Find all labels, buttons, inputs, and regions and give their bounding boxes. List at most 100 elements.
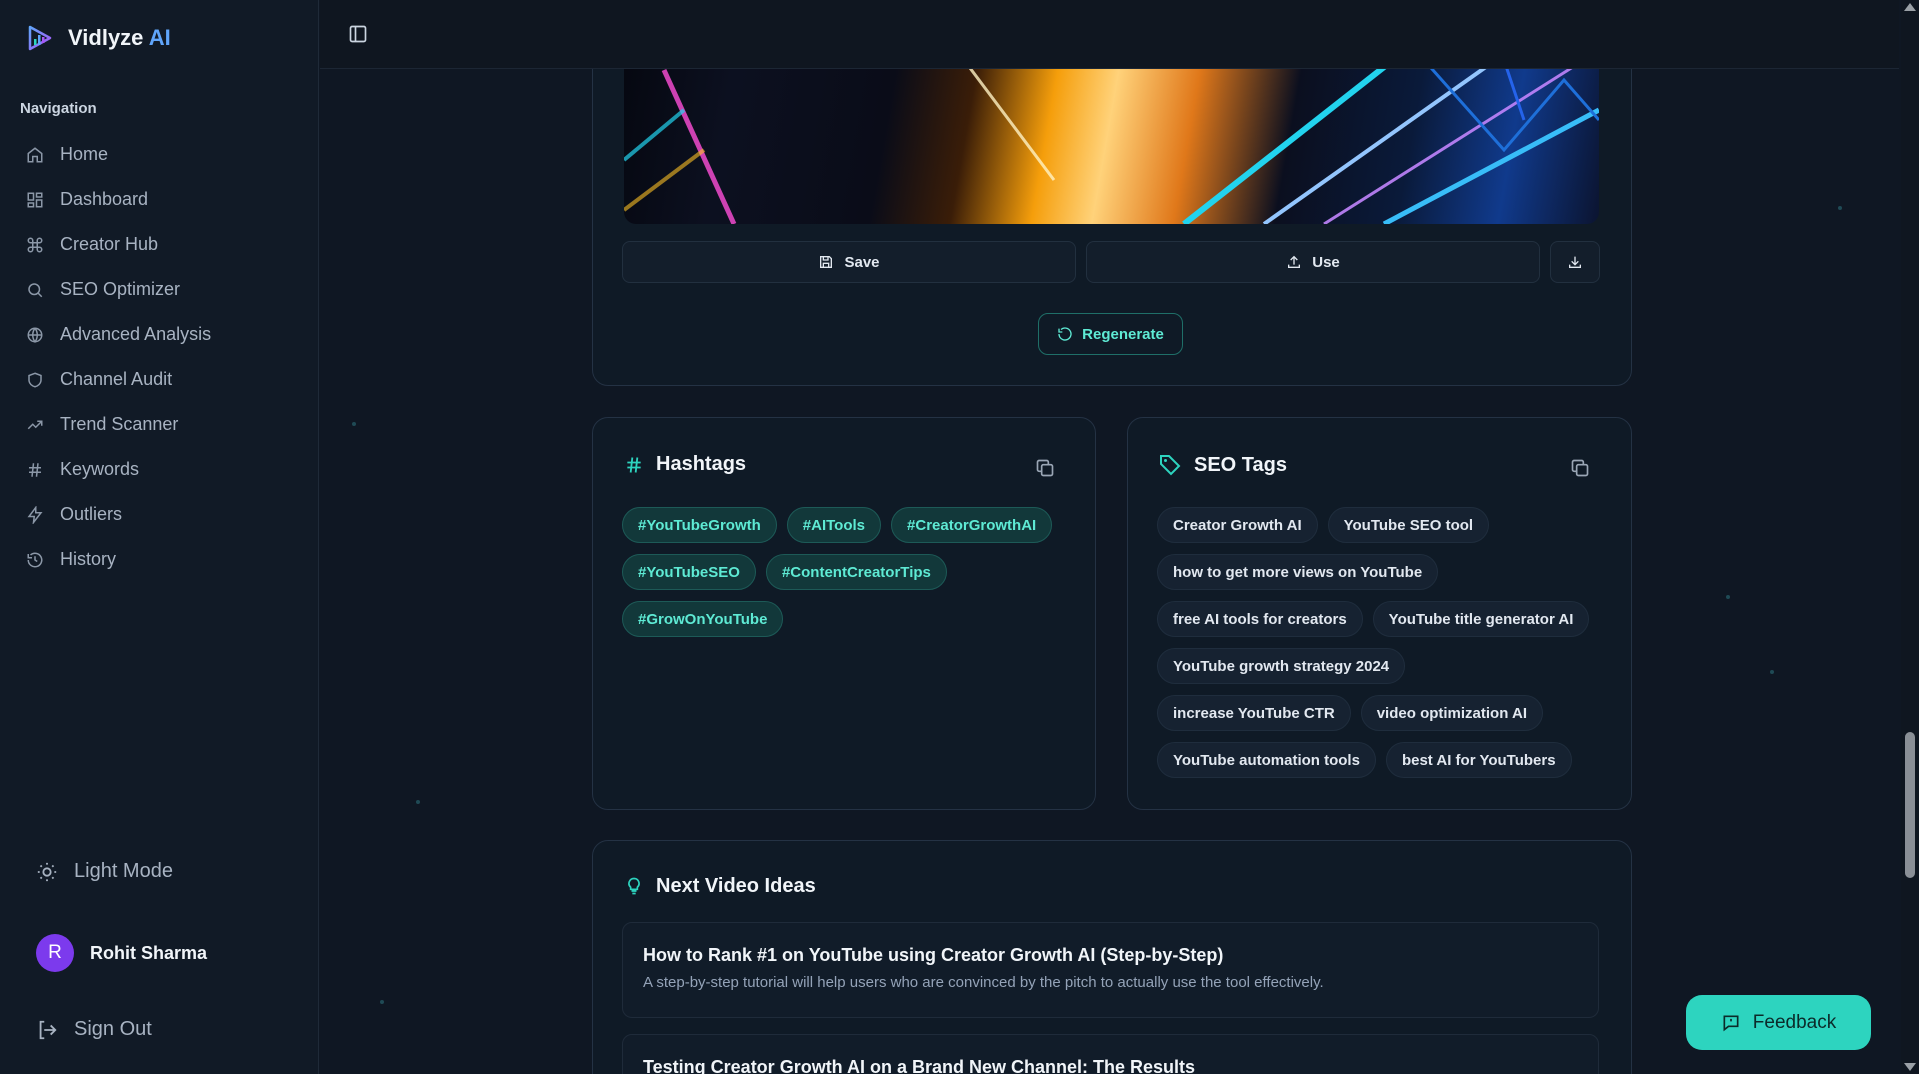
refresh-icon [1057, 326, 1073, 342]
seo-tag-chip[interactable]: how to get more views on YouTube [1157, 554, 1439, 590]
light-mode-label: Light Mode [74, 860, 173, 882]
sidebar-item-label: Creator Hub [60, 234, 159, 254]
background-dot [416, 800, 420, 804]
hashtags-title: Hashtags [624, 453, 746, 476]
seo-tag-list: Creator Growth AI YouTube SEO tool how t… [1157, 507, 1602, 778]
logout-icon [36, 1019, 58, 1041]
sidebar-item-creator-hub[interactable]: Creator Hub [0, 222, 319, 267]
tag-icon [1158, 453, 1182, 477]
download-button[interactable] [1550, 241, 1600, 283]
video-idea-item[interactable]: Testing Creator Growth AI on a Brand New… [622, 1034, 1599, 1074]
sidebar-item-home[interactable]: Home [0, 132, 319, 177]
save-button[interactable]: Save [622, 241, 1076, 283]
hashtag-chip[interactable]: #CreatorGrowthAI [891, 507, 1053, 543]
regenerate-label: Regenerate [1082, 325, 1164, 343]
upload-icon [1286, 254, 1302, 270]
seo-tag-chip[interactable]: YouTube growth strategy 2024 [1157, 648, 1406, 684]
sidebar-item-label: Keywords [60, 459, 140, 479]
history-icon [26, 551, 44, 569]
regenerate-button[interactable]: Regenerate [1038, 313, 1183, 355]
sidebar-toggle-button[interactable] [348, 24, 368, 44]
shield-icon [26, 371, 44, 389]
panel-left-icon [348, 24, 368, 44]
seo-tag-chip[interactable]: YouTube automation tools [1157, 742, 1376, 778]
sidebar-item-label: Outliers [60, 504, 123, 524]
next-video-ideas-title: Next Video Ideas [624, 874, 816, 898]
light-mode-toggle[interactable]: Light Mode [36, 860, 173, 883]
hashtag-list: #YouTubeGrowth #AITools #CreatorGrowthAI… [622, 507, 1062, 637]
hashtag-chip[interactable]: #ContentCreatorTips [765, 554, 947, 590]
home-icon [26, 146, 44, 164]
background-dot [380, 1000, 384, 1004]
seo-tags-title: SEO Tags [1158, 453, 1287, 477]
sidebar-item-label: SEO Optimizer [60, 279, 181, 299]
nav-heading: Navigation [20, 100, 97, 117]
sidebar-item-keywords[interactable]: Keywords [0, 447, 319, 492]
sidebar-item-channel-audit[interactable]: Channel Audit [0, 357, 319, 402]
feedback-label: Feedback [1752, 1011, 1837, 1033]
use-label: Use [1312, 253, 1340, 271]
seo-tag-chip[interactable]: video optimization AI [1360, 695, 1543, 731]
top-bar [320, 0, 1899, 69]
video-idea-description: A step-by-step tutorial will help users … [643, 974, 1324, 991]
scrollbar-thumb[interactable] [1905, 732, 1915, 878]
feedback-button[interactable]: Feedback [1686, 995, 1871, 1050]
seo-tag-chip[interactable]: best AI for YouTubers [1385, 742, 1572, 778]
background-dot [1726, 595, 1730, 599]
hashtag-chip[interactable]: #AITools [786, 507, 882, 543]
lightbulb-icon [624, 874, 644, 898]
hashtags-title-text: Hashtags [656, 453, 747, 475]
hashtag-chip[interactable]: #YouTubeGrowth [622, 507, 777, 543]
hash-icon [26, 461, 44, 479]
seo-tag-chip[interactable]: YouTube SEO tool [1327, 507, 1490, 543]
seo-tag-chip[interactable]: increase YouTube CTR [1157, 695, 1351, 731]
scrollbar-track[interactable] [1901, 0, 1919, 1074]
sidebar-item-seo-optimizer[interactable]: SEO Optimizer [0, 267, 319, 312]
sidebar-item-label: Home [60, 144, 109, 164]
lightning-icon [26, 505, 44, 524]
trending-up-icon [26, 416, 44, 434]
seo-tag-chip[interactable]: Creator Growth AI [1157, 507, 1318, 543]
sidebar-item-outliers[interactable]: Outliers [0, 492, 319, 537]
video-idea-title: Testing Creator Growth AI on a Brand New… [643, 1057, 1196, 1074]
search-icon [26, 281, 44, 299]
scroll-down-icon[interactable] [1904, 1063, 1916, 1071]
avatar: R [36, 934, 74, 972]
sun-icon [36, 861, 58, 883]
video-idea-item[interactable]: How to Rank #1 on YouTube using Creator … [622, 922, 1599, 1018]
sign-out-button[interactable]: Sign Out [36, 1018, 152, 1041]
brand-name: Vidlyze AI [68, 25, 171, 50]
background-dot [352, 422, 356, 426]
save-label: Save [844, 253, 880, 271]
copy-hashtags-button[interactable] [1035, 458, 1055, 478]
sidebar-item-label: Advanced Analysis [60, 324, 212, 344]
copy-seo-tags-button[interactable] [1570, 458, 1590, 478]
dashboard-icon [26, 191, 44, 209]
user-profile[interactable]: R Rohit Sharma [36, 934, 207, 972]
sidebar-item-label: History [60, 549, 117, 569]
globe-icon [26, 326, 44, 344]
use-button[interactable]: Use [1086, 241, 1540, 283]
next-video-ideas-title-text: Next Video Ideas [656, 874, 816, 897]
brand-logo[interactable]: Vidlyze AI [26, 24, 171, 52]
sidebar-item-label: Dashboard [60, 189, 149, 209]
sidebar-nav: Home Dashboard Creator Hub SEO Optimizer… [0, 132, 319, 582]
user-name: Rohit Sharma [90, 942, 208, 963]
sidebar-item-dashboard[interactable]: Dashboard [0, 177, 319, 222]
hashtag-chip[interactable]: #GrowOnYouTube [622, 601, 784, 637]
video-idea-title: How to Rank #1 on YouTube using Creator … [643, 945, 1224, 965]
hash-icon [624, 454, 644, 476]
copy-icon [1035, 458, 1055, 478]
seo-tag-chip[interactable]: YouTube title generator AI [1372, 601, 1590, 637]
sidebar-item-history[interactable]: History [0, 537, 319, 582]
save-icon [818, 254, 834, 270]
seo-tag-chip[interactable]: free AI tools for creators [1157, 601, 1363, 637]
hashtag-chip[interactable]: #YouTubeSEO [622, 554, 756, 590]
sidebar: Vidlyze AI Navigation Home Dashboard Cre… [0, 0, 319, 1074]
scroll-up-icon[interactable] [1904, 3, 1916, 11]
sidebar-item-advanced-analysis[interactable]: Advanced Analysis [0, 312, 319, 357]
logo-icon [26, 24, 54, 52]
sidebar-item-label: Channel Audit [60, 369, 173, 389]
sign-out-label: Sign Out [74, 1018, 152, 1040]
sidebar-item-trend-scanner[interactable]: Trend Scanner [0, 402, 319, 447]
